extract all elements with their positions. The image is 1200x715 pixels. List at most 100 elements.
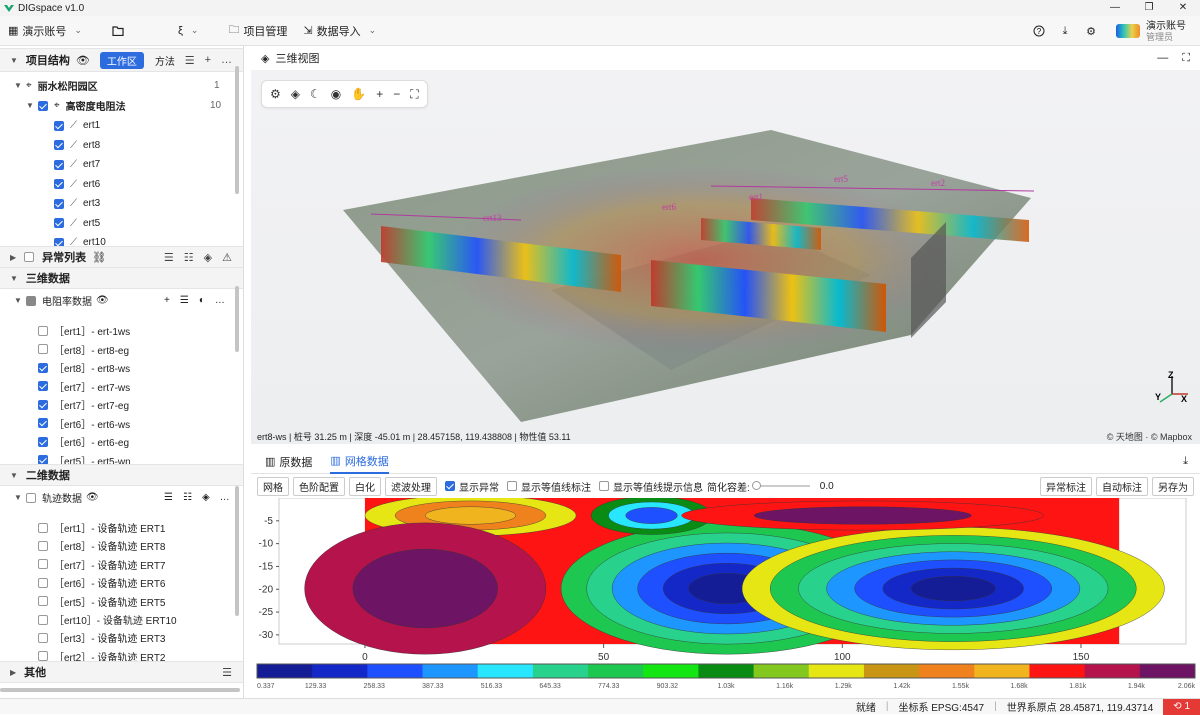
resistivity-item[interactable]: ［ert8］- ert8-eg xyxy=(38,340,129,359)
auto-mark-button[interactable]: 自动标注 xyxy=(1096,476,1148,496)
user-profile[interactable]: 演示账号 管理员 xyxy=(1116,21,1186,42)
sliders-icon[interactable]: ☷ xyxy=(183,492,192,503)
tree-item-ert[interactable]: ⟋ ert6 xyxy=(54,175,100,194)
tab-raw-data[interactable]: ▥ 原数据 xyxy=(265,450,312,474)
3d-viewport[interactable]: ert13 ert6 ert1 ert5 ert2 ⚙ ◈ ☾ ◉ ✋ + − … xyxy=(251,70,1200,444)
resistivity-item[interactable]: ［ert6］- ert6-eg xyxy=(38,432,129,451)
resistivity-item[interactable]: ［ert7］- ert7-eg xyxy=(38,395,129,414)
maximize-icon[interactable]: ❐ xyxy=(1132,0,1166,16)
tab-grid-data[interactable]: ▥ 网格数据 xyxy=(330,450,389,474)
resistivity-item-checkbox[interactable] xyxy=(38,436,48,447)
download-icon[interactable]: ⤓ xyxy=(1183,455,1200,468)
warning-icon[interactable]: ⚠ xyxy=(222,251,232,264)
track-item[interactable]: ［ert10］- 设备轨迹 ERT10 xyxy=(38,610,177,629)
eye-icon[interactable]: 👁 xyxy=(76,54,90,67)
filter-button[interactable]: 滤波处理 xyxy=(385,476,437,496)
zoom-in-icon[interactable]: + xyxy=(376,87,383,101)
tree-item-ert[interactable]: ⟋ ert5 xyxy=(54,214,100,233)
layers-icon[interactable]: ◈ xyxy=(204,251,212,264)
sliders-icon[interactable]: ☷ xyxy=(184,251,194,264)
tree-item-ert[interactable]: ⟋ ert7 xyxy=(54,155,100,174)
simplify-slider[interactable] xyxy=(751,481,810,490)
filter-list-icon[interactable]: ☰ xyxy=(185,54,195,67)
eye-icon[interactable]: 👁 xyxy=(86,492,99,503)
filter-list-icon[interactable]: ☰ xyxy=(164,492,173,503)
download-icon[interactable]: ⤓ xyxy=(1058,24,1072,38)
method-checkbox[interactable] xyxy=(38,100,48,111)
resistivity-group-checkbox[interactable] xyxy=(26,295,36,306)
filter-list-icon[interactable]: ☰ xyxy=(164,251,174,264)
resistivity-item-checkbox[interactable] xyxy=(38,381,48,391)
tree-item-checkbox[interactable] xyxy=(54,198,64,209)
data-import-menu[interactable]: ⇲ 数据导入 ⌄ xyxy=(295,16,384,46)
track-item-checkbox[interactable] xyxy=(38,614,48,625)
track-item-checkbox[interactable] xyxy=(38,651,48,662)
tree-item-checkbox[interactable] xyxy=(54,179,64,189)
resistivity-item[interactable]: ［ert7］- ert7-ws xyxy=(38,377,130,396)
scrollbar[interactable] xyxy=(235,486,239,616)
whiten-button[interactable]: 白化 xyxy=(349,476,381,496)
resistivity-item-checkbox[interactable] xyxy=(38,325,48,336)
palette-icon[interactable]: ◐ xyxy=(199,295,205,306)
folder-menu[interactable]: ξ ⌄ xyxy=(104,16,206,46)
track-item[interactable]: ［ert6］- 设备轨迹 ERT6 xyxy=(38,573,166,592)
track-item[interactable]: ［ert1］- 设备轨迹 ERT1 xyxy=(38,518,166,537)
slider-knob[interactable] xyxy=(751,481,761,490)
more-icon[interactable]: … xyxy=(221,54,232,67)
account-menu[interactable]: ▦ 演示账号 ⌄ xyxy=(0,16,90,46)
moon-icon[interactable]: ☾ xyxy=(310,87,321,101)
filter-list-icon[interactable]: ☰ xyxy=(222,666,232,679)
track-item-checkbox[interactable] xyxy=(38,540,48,551)
filter-list-icon[interactable]: ☰ xyxy=(180,295,189,306)
resistivity-group[interactable]: ▼ 电阻率数据 👁 + ☰ ◐ … xyxy=(14,291,243,310)
track-item[interactable]: ［ert3］- 设备轨迹 ERT3 xyxy=(38,628,166,647)
contour-tip-toggle[interactable]: 显示等值线提示信息 xyxy=(599,479,703,494)
track-item-checkbox[interactable] xyxy=(38,632,48,643)
tree-method[interactable]: ▼ ⌖ 高密度电阻法 10 xyxy=(26,96,221,115)
resistivity-item[interactable]: ［ert1］- ert-1ws xyxy=(38,321,130,340)
tab-workspace[interactable]: 工作区 xyxy=(99,51,144,69)
colormap-button[interactable]: 色阶配置 xyxy=(293,476,345,496)
resistivity-item[interactable]: ［ert8］- ert8-ws xyxy=(38,358,130,377)
more-icon[interactable]: … xyxy=(215,295,225,306)
tree-root[interactable]: ▼ ⌖ 丽水松阳园区 1 xyxy=(14,76,220,95)
minimize-icon[interactable]: — xyxy=(1098,0,1132,16)
show-anomaly-toggle[interactable]: 显示异常 xyxy=(445,479,499,494)
project-mgmt-menu[interactable]: 🗀 项目管理 xyxy=(220,16,295,46)
tree-item-checkbox[interactable] xyxy=(54,140,64,150)
3d-scene[interactable]: ert13 ert6 ert1 ert5 ert2 xyxy=(251,70,1200,444)
layers-icon[interactable]: ◈ xyxy=(291,87,300,101)
track-item-checkbox[interactable] xyxy=(38,522,48,533)
contour-label-checkbox[interactable] xyxy=(507,481,517,491)
save-as-button[interactable]: 另存为 xyxy=(1152,476,1194,496)
close-icon[interactable]: ✕ xyxy=(1166,0,1200,16)
resistivity-section-chart[interactable]: -5 -10 -15 -20 -25 -30 0 50 100 150 0.337 129.33 258… xyxy=(251,498,1200,698)
error-badge[interactable]: ⟲ 1 xyxy=(1163,698,1200,715)
show-anomaly-checkbox[interactable] xyxy=(445,481,455,491)
track-item[interactable]: ［ert8］- 设备轨迹 ERT8 xyxy=(38,536,166,555)
gear-icon[interactable]: ⚙ xyxy=(1084,24,1098,38)
chevron-down-icon[interactable]: ▼ xyxy=(10,274,18,283)
chevron-right-icon[interactable]: ▶ xyxy=(10,668,16,677)
gear-icon[interactable]: ⚙ xyxy=(270,87,281,101)
fullscreen-icon[interactable]: ⛶ xyxy=(1182,52,1190,65)
track-item[interactable]: ［ert5］- 设备轨迹 ERT5 xyxy=(38,592,166,611)
scrollbar[interactable] xyxy=(235,66,239,194)
track-item[interactable]: ［ert7］- 设备轨迹 ERT7 xyxy=(38,555,166,574)
track-item-checkbox[interactable] xyxy=(38,559,48,570)
resistivity-item-checkbox[interactable] xyxy=(38,418,48,428)
chevron-right-icon[interactable]: ▶ xyxy=(10,253,16,262)
track-item-checkbox[interactable] xyxy=(38,577,48,588)
horizontal-scrollbar[interactable] xyxy=(0,688,240,692)
contour-label-toggle[interactable]: 显示等值线标注 xyxy=(507,479,591,494)
resistivity-item-checkbox[interactable] xyxy=(38,344,48,354)
tree-item-ert[interactable]: ⟋ ert1 xyxy=(54,116,100,135)
more-icon[interactable]: … xyxy=(220,492,230,503)
track-item-checkbox[interactable] xyxy=(38,596,48,607)
add-icon[interactable]: + xyxy=(205,54,211,67)
chevron-down-icon[interactable]: ▼ xyxy=(10,56,18,65)
tree-item-checkbox[interactable] xyxy=(54,218,64,228)
tab-method[interactable]: 方法 xyxy=(148,52,182,69)
resistivity-item[interactable]: ［ert6］- ert6-ws xyxy=(38,414,130,433)
link-icon[interactable]: ⛓ xyxy=(92,251,106,264)
